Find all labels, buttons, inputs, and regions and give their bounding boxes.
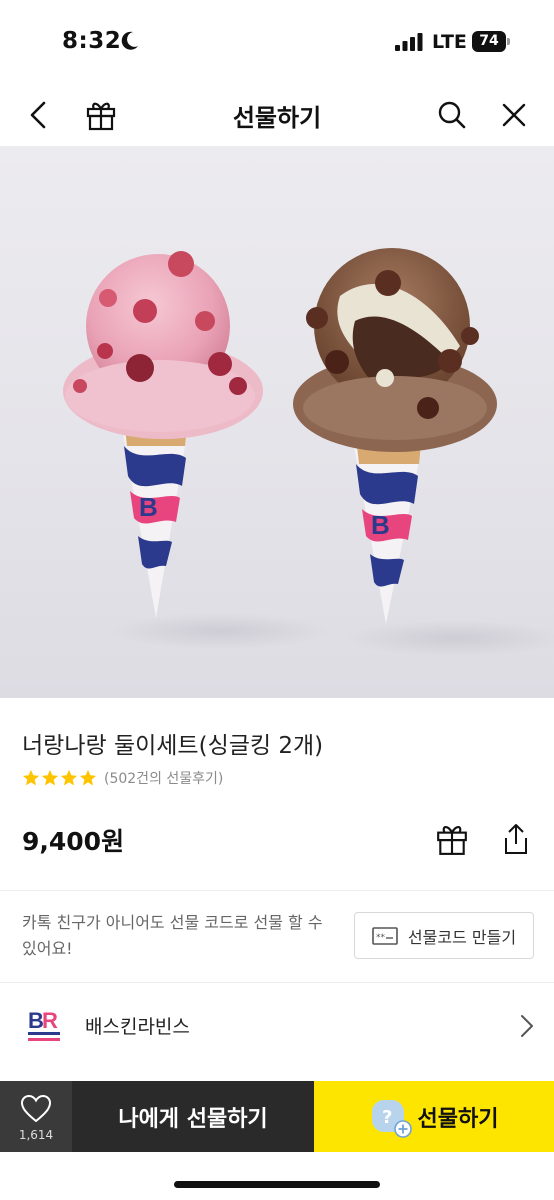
signal-icon bbox=[395, 33, 423, 51]
product-price: 9,400원 bbox=[22, 827, 125, 856]
product-title: 너랑나랑 둘이세트(싱글킹 2개) bbox=[22, 733, 324, 759]
rating-stars bbox=[22, 769, 98, 787]
close-icon bbox=[502, 103, 526, 127]
svg-text:B: B bbox=[139, 492, 158, 522]
product-image: B R B R bbox=[0, 146, 554, 698]
star-icon bbox=[22, 769, 40, 786]
search-button[interactable] bbox=[431, 94, 473, 136]
wish-count: 1,614 bbox=[18, 1128, 54, 1142]
svg-text:R: R bbox=[158, 492, 177, 522]
moon-icon bbox=[121, 31, 138, 50]
search-icon bbox=[438, 101, 466, 129]
send-gift-button[interactable]: ? 선물하기 bbox=[314, 1081, 554, 1152]
ice-cream-cones-illustration: B R B R bbox=[63, 248, 554, 656]
gift-icon bbox=[437, 825, 467, 855]
gift-to-self-button[interactable]: 나에게 선물하기 bbox=[72, 1081, 314, 1152]
svg-text:?: ? bbox=[382, 1107, 392, 1128]
divider bbox=[0, 890, 554, 891]
svg-text:R: R bbox=[42, 1008, 58, 1033]
battery-level: 74 bbox=[472, 31, 506, 52]
create-gift-code-button[interactable]: ** 선물코드 만들기 bbox=[354, 912, 534, 959]
divider bbox=[0, 982, 554, 983]
status-time: 8:32 bbox=[62, 28, 122, 54]
battery-icon: 74 bbox=[472, 31, 510, 52]
brand-logo: B R bbox=[28, 1008, 60, 1041]
friend-avatar-icon: ? bbox=[370, 1096, 412, 1138]
star-icon bbox=[79, 769, 97, 786]
svg-text:**: ** bbox=[376, 933, 386, 943]
star-icon bbox=[41, 769, 59, 786]
send-gift-label: 선물하기 bbox=[417, 1106, 499, 1132]
status-bar: 8:32 LTE 74 bbox=[0, 0, 554, 84]
star-icon bbox=[60, 769, 78, 786]
gift-wrap-button[interactable] bbox=[434, 821, 470, 857]
wish-button[interactable]: 1,614 bbox=[0, 1081, 72, 1152]
bottom-action-bar: 1,614 나에게 선물하기 ? 선물하기 bbox=[0, 1081, 554, 1152]
brand-name: 배스킨라빈스 bbox=[85, 1016, 190, 1038]
ticket-icon: ** bbox=[372, 926, 398, 945]
heart-icon bbox=[20, 1094, 52, 1123]
gift-code-note: 카톡 친구가 아니어도 선물 코드로 선물 할 수 있어요! bbox=[22, 913, 323, 958]
review-count-link[interactable]: (502건의 선물후기) bbox=[104, 768, 223, 788]
rating-row[interactable]: (502건의 선물후기) bbox=[22, 768, 223, 788]
home-indicator bbox=[174, 1181, 380, 1188]
chevron-right-icon bbox=[521, 1015, 533, 1037]
brand-row[interactable]: B R 배스킨라빈스 bbox=[0, 984, 554, 1068]
network-type: LTE bbox=[432, 31, 467, 53]
create-gift-code-label: 선물코드 만들기 bbox=[407, 927, 517, 947]
nav-bar: 선물하기 bbox=[0, 84, 554, 146]
share-button[interactable] bbox=[498, 821, 534, 857]
share-icon bbox=[505, 824, 527, 854]
close-button[interactable] bbox=[493, 94, 535, 136]
svg-text:B: B bbox=[371, 510, 390, 540]
svg-text:R: R bbox=[390, 510, 409, 540]
